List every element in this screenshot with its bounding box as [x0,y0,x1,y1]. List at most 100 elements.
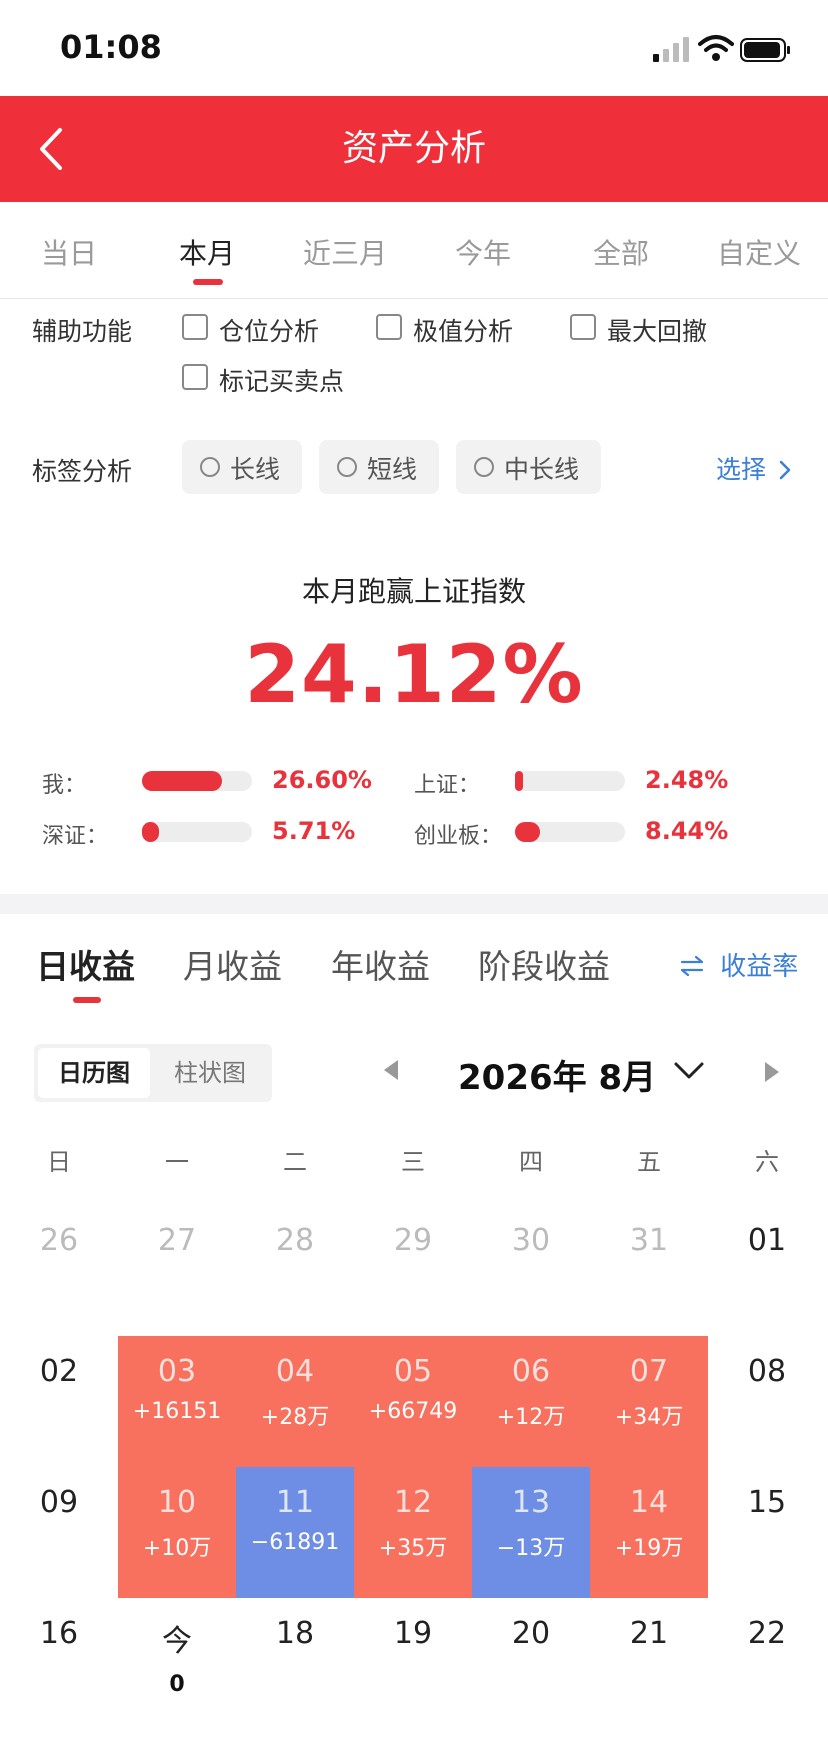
performance-title: 本月跑赢上证指数 [301,575,526,608]
calendar-day[interactable]: 13 −13万 [472,1467,590,1598]
tag-chip-mid-long[interactable]: 中长线 [456,440,601,494]
calendar-day[interactable]: 07 +34万 [590,1336,708,1467]
calendar-day[interactable]: 26 [0,1205,118,1336]
calendar-day[interactable]: 20 [472,1598,590,1729]
checkbox-label: 标记买卖点 [219,367,345,396]
calendar-day-number: 10 [157,1485,197,1520]
month-label[interactable]: 2026年 8月 [458,1050,656,1099]
calendar-view-button[interactable]: 日历图 [38,1048,150,1098]
tag-chip-label: 短线 [367,455,418,484]
select-tags-link[interactable]: 选择 [716,450,792,486]
calendar-day-value: +34万 [614,1405,684,1430]
bar-view-button[interactable]: 柱状图 [152,1048,268,1098]
calendar-day[interactable]: 05 +66749 [354,1336,472,1467]
weekday-sun: 日 [47,1148,71,1176]
tag-label: 标签分析 [32,457,133,486]
compare-pct-chinext: 8.44% [645,817,729,845]
tag-chip-short[interactable]: 短线 [319,440,439,494]
chevron-down-icon[interactable] [672,1058,706,1082]
calendar-day-number: 01 [747,1223,787,1258]
calendar-day-number: 19 [393,1616,433,1651]
calendar-day[interactable]: 19 [354,1598,472,1729]
compare-bar-fill [515,771,523,791]
tag-chip-long[interactable]: 长线 [182,440,302,494]
income-tab-indicator [73,997,101,1003]
tab-daily-income[interactable]: 日收益 [36,940,135,988]
calendar-day[interactable]: 16 [0,1598,118,1729]
calendar-day-value: 0 [169,1672,185,1697]
calendar-day-value: +66749 [368,1399,458,1424]
calendar-day-number: 22 [747,1616,787,1651]
calendar-day[interactable]: 31 [590,1205,708,1336]
back-icon[interactable] [34,124,70,174]
checkbox-max-drawdown[interactable] [570,314,596,340]
calendar-day[interactable]: 10 +10万 [118,1467,236,1598]
select-label: 选择 [716,455,767,484]
prev-month-icon[interactable] [384,1060,398,1080]
calendar-day[interactable]: 09 [0,1467,118,1598]
calendar-day-value: −13万 [496,1536,566,1561]
compare-bar-shenzhen [142,822,252,842]
tag-chip-label: 长线 [230,455,281,484]
tab-custom[interactable]: 自定义 [690,232,828,272]
calendar-day[interactable]: 18 [236,1598,354,1729]
aux-label: 辅助功能 [32,317,133,346]
checkbox-position-analysis[interactable] [182,314,208,340]
calendar-day-number: 08 [747,1354,787,1389]
weekday-mon: 一 [165,1148,189,1176]
calendar-day-number: 04 [275,1354,315,1389]
calendar-day[interactable]: 02 [0,1336,118,1467]
calendar-day-number: 12 [393,1485,433,1520]
calendar-day-number: 29 [393,1223,433,1258]
calendar-day-number: 18 [275,1616,315,1651]
calendar-day[interactable]: 06 +12万 [472,1336,590,1467]
yield-rate-label: 收益率 [720,952,799,982]
compare-label-me: 我： [42,773,87,798]
calendar-day[interactable]: 21 [590,1598,708,1729]
calendar-day[interactable]: 30 [472,1205,590,1336]
weekday-thu: 四 [519,1148,543,1176]
calendar-day[interactable]: 22 [708,1598,826,1729]
calendar-day-number: 30 [511,1223,551,1258]
section-divider [0,894,828,914]
compare-bar-me [142,771,252,791]
calendar-day-number: 13 [511,1485,551,1520]
calendar-day-number: 31 [629,1223,669,1258]
tab-today[interactable]: 当日 [0,232,138,272]
calendar-day-number: 03 [157,1354,197,1389]
calendar-day-value: +10万 [142,1536,212,1561]
next-month-icon[interactable] [765,1062,779,1082]
tab-all[interactable]: 全部 [552,232,690,272]
calendar-day[interactable]: 14 +19万 [590,1467,708,1598]
tag-chip-label: 中长线 [504,455,580,484]
checkbox-label: 极值分析 [413,317,514,346]
tab-stage-income[interactable]: 阶段收益 [478,940,610,988]
calendar-day[interactable]: 03 +16151 [118,1336,236,1467]
calendar-day[interactable]: 今0 [118,1598,236,1729]
tab-this-month[interactable]: 本月 [138,232,276,272]
compare-bar-chinext [515,822,625,842]
calendar-day-number: 21 [629,1616,669,1651]
tab-three-months[interactable]: 近三月 [276,232,414,272]
yield-rate-toggle[interactable]: 收益率 [680,946,798,983]
calendar-day[interactable]: 04 +28万 [236,1336,354,1467]
tab-this-year[interactable]: 今年 [414,232,552,272]
calendar-day[interactable]: 29 [354,1205,472,1336]
calendar-day[interactable]: 11 −61891 [236,1467,354,1598]
calendar-day[interactable]: 08 [708,1336,826,1467]
calendar-day[interactable]: 15 [708,1467,826,1598]
tab-yearly-income[interactable]: 年收益 [331,940,430,988]
compare-label-chinext: 创业板： [414,824,503,849]
calendar-day[interactable]: 27 [118,1205,236,1336]
tab-monthly-income[interactable]: 月收益 [183,940,282,988]
calendar-day-value: +35万 [378,1536,448,1561]
calendar-day[interactable]: 01 [708,1205,826,1336]
checkbox-extreme-analysis[interactable] [376,314,402,340]
period-tabs: 当日 本月 近三月 今年 全部 自定义 [0,202,828,299]
calendar-day[interactable]: 28 [236,1205,354,1336]
calendar-day-value: +19万 [614,1536,684,1561]
calendar-day-number: 16 [39,1616,79,1651]
checkbox-mark-trades[interactable] [182,364,208,390]
calendar-day-value: +28万 [260,1405,330,1430]
calendar-day[interactable]: 12 +35万 [354,1467,472,1598]
